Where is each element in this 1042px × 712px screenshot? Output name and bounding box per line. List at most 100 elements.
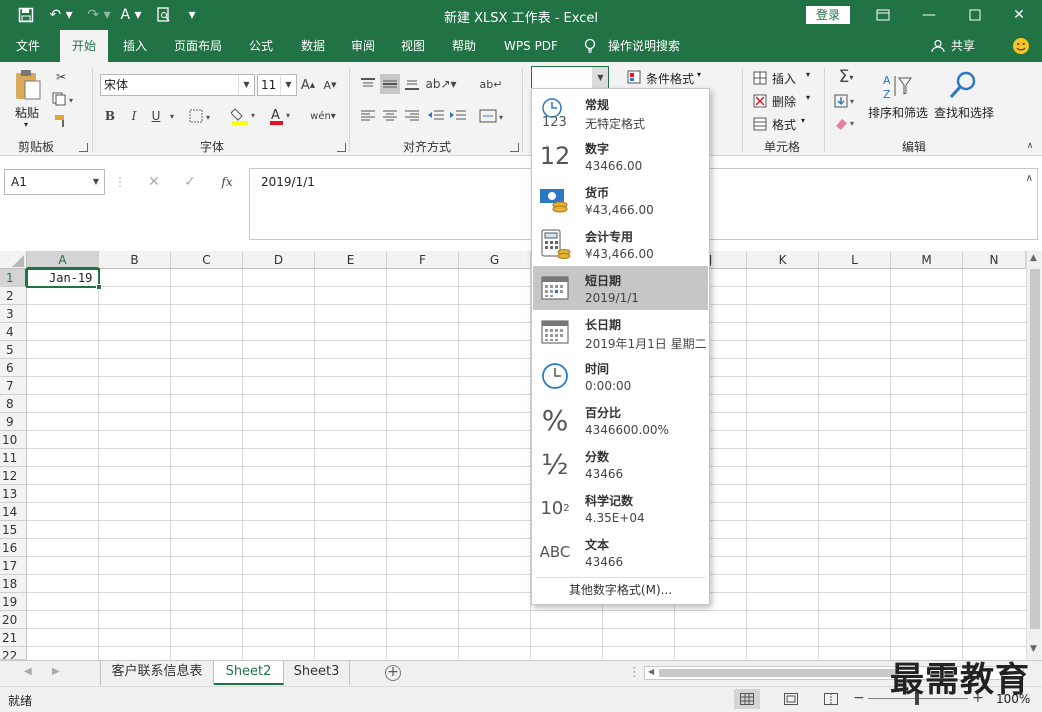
expand-formula-icon[interactable]: ∧ [1026,173,1033,184]
cell-grid[interactable] [27,269,1026,660]
chevron-down-icon[interactable]: ▾ [806,93,810,102]
fill-color-icon[interactable]: ▾ [230,106,260,126]
chevron-down-icon[interactable]: ▾ [801,116,805,125]
align-middle-icon[interactable] [380,74,400,94]
align-top-icon[interactable] [358,74,378,94]
tab-data[interactable]: 数据 [290,30,336,62]
row-header[interactable]: 1 [0,269,27,287]
increase-indent-icon[interactable] [448,106,468,126]
scroll-thumb[interactable] [1030,269,1040,629]
column-header[interactable]: N [963,251,1026,269]
tab-view[interactable]: 视图 [390,30,436,62]
sheet-tab[interactable]: Sheet3 [284,661,350,685]
row-header[interactable]: 2 [0,287,27,305]
format-option-number[interactable]: 12 数字 43466.00 [533,134,708,178]
column-header[interactable]: D [243,251,315,269]
page-break-view-icon[interactable] [820,689,842,709]
minimize-icon[interactable]: — [906,0,952,30]
sort-filter-icon[interactable]: AZ [880,70,914,104]
cut-icon[interactable]: ✂ [52,68,70,86]
confirm-entry-icon[interactable]: ✓ [180,172,200,192]
row-header[interactable]: 10 [0,431,27,449]
row-header[interactable]: 21 [0,629,27,647]
row-header[interactable]: 11 [0,449,27,467]
maximize-icon[interactable] [952,0,998,30]
clipboard-launcher-icon[interactable] [79,143,88,152]
conditional-format-button[interactable]: 条件格式 [646,70,694,87]
format-option-time[interactable]: 时间 0:00:00 [533,354,708,398]
format-option-fraction[interactable]: ½ 分数 43466 [533,442,708,486]
format-option-scientific[interactable]: 10 2 科学记数 4.35E+04 [533,486,708,530]
underline-button[interactable]: U [146,106,166,126]
number-format-select[interactable]: ▼ [531,66,609,90]
find-magnifier-icon[interactable] [946,68,980,102]
page-layout-view-icon[interactable] [780,689,802,709]
font-family-select[interactable]: 宋体 ▼ [100,74,255,96]
alignment-launcher-icon[interactable] [510,143,519,152]
format-option-currency[interactable]: 货币 ¥43,466.00 [533,178,708,222]
font-launcher-icon[interactable] [337,143,346,152]
tell-me-search[interactable]: 操作说明搜索 [608,30,688,62]
tab-help[interactable]: 帮助 [441,30,487,62]
copy-icon[interactable]: ▾ [50,90,78,108]
italic-button[interactable]: I [124,106,144,126]
column-header[interactable]: E [315,251,387,269]
column-header[interactable]: F [387,251,459,269]
column-header[interactable]: A [27,251,99,269]
add-sheet-icon[interactable]: + [385,665,401,681]
align-center-icon[interactable] [380,106,400,126]
align-left-icon[interactable] [358,106,378,126]
row-header[interactable]: 4 [0,323,27,341]
row-header[interactable]: 19 [0,593,27,611]
tab-home[interactable]: 开始 [60,30,108,62]
more-number-formats-link[interactable]: 其他数字格式(M)... [533,579,708,601]
share-button[interactable]: 共享 [948,30,978,62]
orientation-icon[interactable]: ab↗▾ [425,74,456,94]
column-header[interactable]: K [747,251,819,269]
zoom-out-icon[interactable]: − [853,690,865,706]
row-header[interactable]: 20 [0,611,27,629]
tab-page-layout[interactable]: 页面布局 [164,30,232,62]
row-header[interactable]: 9 [0,413,27,431]
format-option-text[interactable]: ABC 文本 43466 [533,530,708,574]
delete-cells-icon[interactable] [752,93,768,109]
vertical-scrollbar[interactable]: ▲ ▼ [1026,251,1042,660]
prev-sheet-icon[interactable]: ◀ [24,666,32,677]
paste-button[interactable]: 粘贴 [15,104,39,121]
tab-insert[interactable]: 插入 [112,30,158,62]
bold-button[interactable]: B [100,106,120,126]
row-header[interactable]: 18 [0,575,27,593]
wrap-text-icon[interactable]: ab↵ [480,74,503,94]
login-button[interactable]: 登录 [806,6,850,24]
chevron-down-icon[interactable]: ▾ [806,70,810,79]
format-button[interactable]: 格式 [772,116,796,133]
font-size-select[interactable]: 11 ▼ [257,74,297,96]
column-header[interactable]: L [819,251,891,269]
clear-icon[interactable]: ▾ [832,114,860,132]
close-icon[interactable]: ✕ [996,0,1042,30]
cancel-entry-icon[interactable]: ✕ [144,172,164,192]
format-option-long-date[interactable]: 长日期 2019年1月1日 星期二 [533,310,708,354]
column-header[interactable]: C [171,251,243,269]
decrease-font-icon[interactable]: A ▼ [322,76,338,94]
decrease-indent-icon[interactable] [426,106,446,126]
row-header[interactable]: 16 [0,539,27,557]
tab-review[interactable]: 审阅 [340,30,386,62]
h-scroll-thumb[interactable] [659,669,899,677]
column-header[interactable]: G [459,251,531,269]
sheet-tab[interactable]: 客户联系信息表 [100,661,214,685]
delete-button[interactable]: 删除 [772,93,796,110]
row-header[interactable]: 22 [0,647,27,660]
collapse-ribbon-icon[interactable]: ∧ [1024,140,1036,152]
paste-icon[interactable] [12,68,44,102]
format-cells-icon[interactable] [752,116,768,132]
row-header[interactable]: 13 [0,485,27,503]
format-option-general[interactable]: 123 常规 无特定格式 [533,90,708,134]
sheet-tab-active[interactable]: Sheet2 [214,661,284,685]
chevron-down-icon[interactable]: ▼ [88,170,104,194]
row-header[interactable]: 17 [0,557,27,575]
border-icon[interactable]: ▾ [188,106,216,126]
row-header[interactable]: 6 [0,359,27,377]
chevron-down-icon[interactable]: ▼ [592,67,608,89]
column-header[interactable]: B [99,251,171,269]
